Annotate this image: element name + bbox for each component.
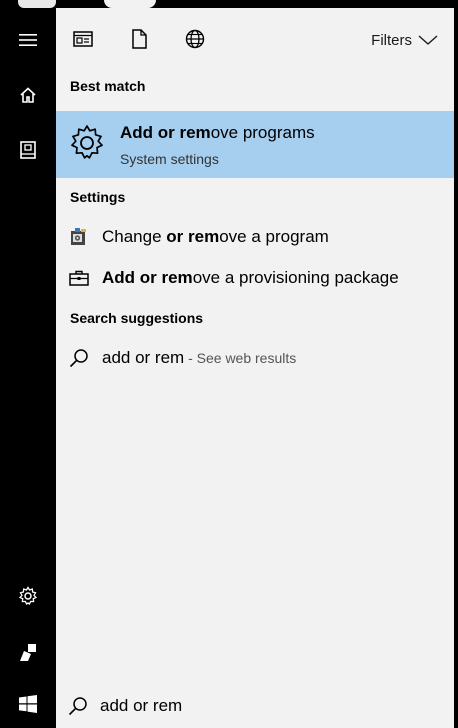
section-settings: Settings xyxy=(70,189,126,205)
settings-result-pre: Change xyxy=(102,227,167,246)
settings-button[interactable] xyxy=(0,576,56,616)
web-filter-button[interactable] xyxy=(182,26,208,52)
start-button[interactable] xyxy=(0,684,56,724)
briefcase-icon xyxy=(68,269,90,287)
documents-icon xyxy=(132,29,147,49)
web-suggestion-text: add or rem xyxy=(102,348,185,367)
settings-result-change-program[interactable]: Change or remove a program xyxy=(56,219,454,255)
best-match-title-rest: ove programs xyxy=(210,123,315,142)
search-input[interactable] xyxy=(100,692,440,720)
filters-label: Filters xyxy=(371,31,412,49)
settings-result-rest: ove a program xyxy=(219,227,329,246)
apps-filter-button[interactable] xyxy=(70,26,96,52)
web-suggestion[interactable]: add or rem - See web results xyxy=(56,340,454,376)
user-button[interactable] xyxy=(0,633,56,673)
search-box[interactable] xyxy=(56,684,454,728)
settings-result-label: Change or remove a program xyxy=(102,227,329,247)
desktop-icon-fragment xyxy=(18,0,56,8)
documents-button[interactable] xyxy=(0,130,56,170)
filters-dropdown[interactable]: Filters xyxy=(371,28,438,52)
menu-button[interactable] xyxy=(0,20,56,60)
settings-icon xyxy=(71,125,103,159)
home-icon xyxy=(20,87,36,103)
search-icon xyxy=(68,697,87,716)
programs-features-icon xyxy=(68,228,90,246)
search-icon xyxy=(68,349,90,368)
hamburger-icon xyxy=(19,34,37,46)
settings-result-label: Add or remove a provisioning package xyxy=(102,268,399,288)
apps-icon xyxy=(73,31,93,47)
settings-icon xyxy=(18,586,38,605)
best-match-title-bold: Add or rem xyxy=(120,123,211,142)
user-icon xyxy=(20,644,36,661)
settings-result-provisioning-package[interactable]: Add or remove a provisioning package xyxy=(56,260,454,296)
search-results-panel: Filters Best match Add or remove program… xyxy=(56,8,454,728)
section-best-match: Best match xyxy=(70,78,146,94)
web-icon xyxy=(185,29,205,49)
best-match-result[interactable]: Add or remove programs System settings xyxy=(56,111,454,178)
search-toolbar: Filters xyxy=(56,20,454,56)
section-search-suggestions: Search suggestions xyxy=(70,310,204,326)
home-button[interactable] xyxy=(0,75,56,115)
start-rail xyxy=(0,8,56,728)
desktop-icon-fragment xyxy=(104,0,156,8)
settings-result-bold: or rem xyxy=(166,227,220,246)
settings-result-rest: ove a provisioning package xyxy=(192,268,399,287)
desktop-edge xyxy=(0,0,458,8)
windows-logo-icon xyxy=(19,695,37,713)
best-match-title: Add or remove programs xyxy=(120,123,315,143)
web-suggestion-hint: - See web results xyxy=(184,350,297,366)
best-match-subtitle: System settings xyxy=(120,151,219,167)
web-suggestion-label: add or rem - See web results xyxy=(102,348,296,368)
window-edge xyxy=(454,8,458,728)
settings-result-bold: Add or rem xyxy=(102,268,193,287)
documents-icon xyxy=(20,141,36,159)
chevron-down-icon xyxy=(418,35,438,45)
documents-filter-button[interactable] xyxy=(126,26,152,52)
